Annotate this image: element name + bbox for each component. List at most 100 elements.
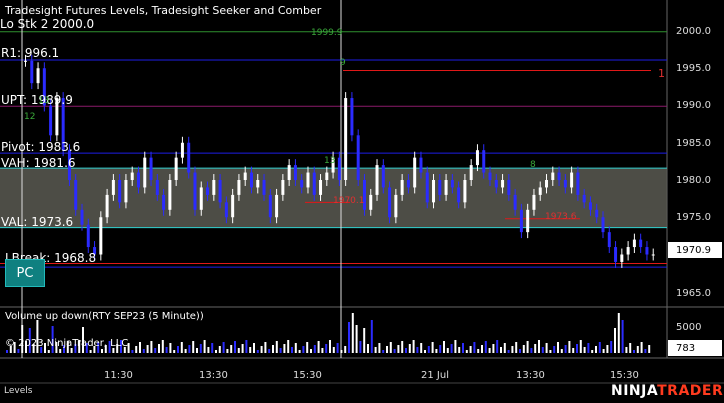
volume-bar (142, 349, 145, 353)
volume-bar (241, 344, 244, 353)
volume-bar (226, 349, 229, 353)
volume-bar (389, 342, 392, 353)
volume-bar (484, 341, 487, 353)
candle-body (501, 180, 505, 188)
time-tick: 21 Jul (421, 370, 449, 381)
candle-body (369, 194, 373, 210)
volume-bar (340, 350, 343, 353)
volume-bar (260, 346, 263, 353)
volume-bar (397, 345, 400, 353)
candle-body (218, 180, 222, 203)
volume-bar (306, 342, 309, 353)
candle-body (256, 180, 260, 188)
volume-bar (131, 350, 134, 353)
candle-body (193, 172, 197, 210)
volume-bar (553, 346, 556, 353)
volume-bar (386, 346, 388, 353)
volume-bar (382, 350, 385, 353)
candle-body (620, 254, 624, 262)
volume-bar (617, 313, 620, 353)
red-label-1973: 1973.6 (545, 212, 577, 222)
candle-body (306, 172, 310, 188)
candle-body (174, 157, 178, 180)
candle-body (526, 209, 530, 233)
candle-body (356, 135, 360, 180)
candle-body (287, 165, 291, 180)
chart-window: Tradesight Futures Levels, Tradesight Se… (0, 0, 724, 403)
volume-bar (530, 348, 533, 353)
volume-bar (477, 349, 480, 353)
volume-bar (515, 342, 518, 353)
volume-bar (439, 345, 442, 353)
volume-bar (135, 346, 138, 353)
volume-bar (367, 344, 369, 353)
candle-body (105, 194, 109, 218)
green-8-label: 8 (530, 160, 536, 170)
volume-bar (150, 341, 153, 353)
candle-body (312, 172, 316, 195)
volume-bar (101, 349, 103, 353)
volume-bar (541, 347, 544, 353)
volume-bar (184, 349, 187, 353)
volume-bar (606, 345, 609, 353)
logo-part-2: TRADER (657, 383, 724, 399)
candle-body (350, 98, 354, 136)
candle-body (124, 180, 128, 203)
volume-bar (336, 343, 339, 353)
time-tick: 15:30 (610, 370, 639, 381)
candle-body (30, 60, 34, 84)
volume-bar (583, 347, 586, 353)
volume-bar (199, 344, 202, 353)
volume-bar (287, 340, 290, 353)
candle-body (74, 180, 78, 210)
candle-body (563, 180, 567, 188)
logo-part-1: NINJA (611, 383, 658, 399)
candle-body (136, 172, 140, 188)
volume-bar (614, 328, 616, 353)
volume-bar (215, 350, 217, 353)
volume-bar (234, 341, 236, 353)
volume-bar (393, 349, 396, 353)
volume-bar (450, 344, 453, 353)
candle-body (450, 180, 454, 188)
candle-body (375, 165, 379, 195)
candle-body (162, 194, 166, 210)
pc-button[interactable]: PC (5, 259, 45, 287)
candle-body (488, 172, 492, 180)
candle-body (406, 180, 410, 188)
candle-body (532, 194, 536, 210)
volume-bar (534, 344, 537, 353)
volume-bar (146, 345, 149, 353)
volume-bar (644, 349, 647, 353)
volume-bar (416, 347, 419, 353)
candle-body (344, 98, 348, 180)
volume-bar (648, 345, 651, 353)
candle-body (632, 239, 636, 248)
digit-13-label: 13 (38, 96, 50, 106)
volume-bar (462, 343, 464, 353)
volume-bar (374, 347, 377, 353)
volume-bar (496, 340, 499, 353)
volume-bar (363, 328, 366, 353)
volume-bar (59, 349, 62, 353)
volume-bar (351, 313, 354, 353)
tab-levels[interactable]: Levels (0, 385, 36, 397)
volume-bar (511, 346, 514, 353)
overlap-label: Lo Stk 2 2000.0 (0, 17, 95, 31)
volume-bar (507, 350, 510, 353)
volume-bar (294, 343, 297, 353)
time-tick: 13:30 (516, 370, 545, 381)
volume-bar (401, 341, 404, 353)
volume-axis-label: 5000 (676, 322, 702, 333)
volume-bar (568, 341, 571, 353)
volume-bar (237, 348, 240, 353)
volume-bar (272, 345, 274, 353)
candle-body (275, 194, 279, 218)
volume-bar (268, 349, 271, 353)
volume-bar (291, 347, 293, 353)
volume-bar (625, 347, 628, 353)
digit-9-label: 9 (340, 58, 346, 68)
volume-bar (218, 346, 221, 353)
candle-body (494, 180, 498, 188)
candle-body (513, 194, 517, 210)
